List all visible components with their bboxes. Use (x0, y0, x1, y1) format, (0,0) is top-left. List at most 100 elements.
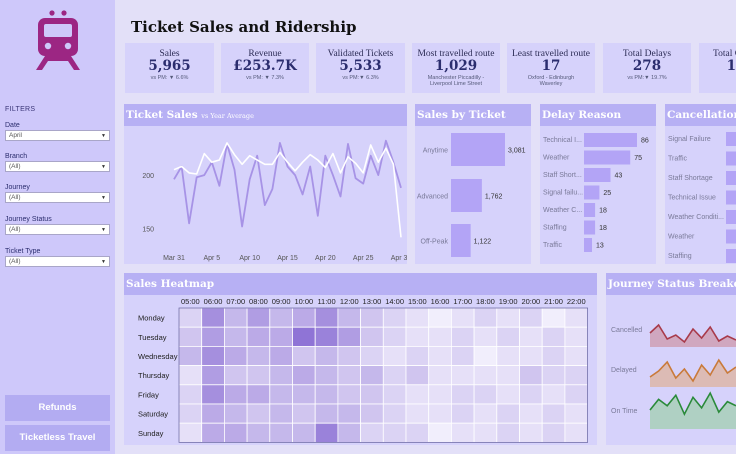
kpi-value: 17 (541, 58, 561, 74)
heatmap-cell (201, 422, 225, 443)
sales-heatmap-chart: 05:00 06:00 07:00 08:00 09:00 10:00 11:00 12:00… (138, 297, 589, 443)
kpi-route-to: Liverpool Lime Street (430, 81, 482, 87)
heatmap-cell (450, 365, 475, 386)
heatmap-cell (201, 403, 225, 424)
kpi-validated-tickets: Validated Tickets 5,533 vs PM:▼ 6.3% (316, 43, 405, 93)
hour-label: 09:00 (272, 297, 291, 306)
x-tick-label: Apr 30 (391, 255, 407, 262)
heatmap-cell (496, 384, 520, 405)
heatmap-cell (246, 346, 271, 367)
heatmap-cell (292, 307, 316, 328)
heatmap-cell (382, 365, 407, 386)
heatmap-cell (178, 346, 203, 367)
journey-filter-label: Journey (5, 184, 30, 191)
date-filter-label: Date (5, 122, 20, 129)
kpi-change: vs PM:▼ 19.7% (627, 75, 667, 81)
sales-by-ticket-chart: Anytime 3,081 Advanced 1,762 Off-Peak 1,122 (417, 133, 526, 257)
ticketless-travel-button[interactable]: Ticketless Travel (5, 425, 110, 451)
bar-value-label: 18 (599, 225, 607, 232)
category-label: Staffing (668, 253, 692, 260)
day-label: Saturday (138, 410, 168, 419)
bar-value-label: 3,081 (508, 148, 526, 155)
bar-value-label: 1,762 (485, 194, 503, 201)
heatmap-cell (405, 384, 430, 405)
heatmap-cell (269, 422, 293, 443)
hour-label: 08:00 (249, 297, 268, 306)
journey-status-filter-select[interactable]: (All) ▼ (5, 224, 110, 235)
y-tick-label: 150 (142, 227, 154, 234)
hour-label: 17:00 (453, 297, 472, 306)
heatmap-cell (519, 307, 543, 328)
heatmap-cell (541, 326, 566, 347)
heatmap-cell (337, 365, 361, 386)
heatmap-cell (246, 384, 271, 405)
hour-label: 12:00 (340, 297, 359, 306)
kpi-most-travelled-route: Most travelled route 1,029 Manchester Pi… (412, 43, 500, 93)
kpi-value: 1 (726, 58, 736, 74)
category-label: Staff Short... (543, 172, 582, 179)
heatmap-cell (405, 403, 430, 424)
cancellation-bar (726, 210, 736, 224)
category-label: Technical I... (543, 137, 582, 144)
heatmap-cell (564, 422, 588, 443)
heatmap-cell (292, 365, 316, 386)
kpi-revenue: Revenue £253.7K vs PM: ▼ 7.3% (221, 43, 309, 93)
heatmap-cell (201, 365, 225, 386)
day-label: Monday (138, 314, 165, 323)
heatmap-cell (405, 365, 430, 386)
journey-status-chart: Cancelled Delayed On Time (611, 323, 736, 429)
bar-value-label: 13 (596, 243, 604, 250)
heatmap-cell (428, 422, 452, 443)
delay-bar (584, 168, 611, 182)
cancellation-bar (726, 229, 736, 244)
ticket-bar (451, 224, 471, 257)
heatmap-cell (382, 422, 407, 443)
heatmap-cell (337, 346, 361, 367)
heatmap-cell (292, 384, 316, 405)
heatmap-cell (496, 403, 520, 424)
heatmap-cell (473, 403, 498, 424)
kpi-least-travelled-route: Least travelled route 17 Oxford - Edinbu… (507, 43, 595, 93)
hour-label: 14:00 (385, 297, 404, 306)
heatmap-cell (473, 307, 498, 328)
bar-value-label: 86 (641, 138, 649, 145)
hour-label: 20:00 (521, 297, 540, 306)
kpi-sales: Sales 5,965 vs PM: ▼ 6.6% (125, 43, 214, 93)
heatmap-cell (314, 384, 339, 405)
heatmap-cell (428, 365, 452, 386)
filters-title: FILTERS (5, 106, 36, 113)
heatmap-cell (405, 307, 430, 328)
refunds-button[interactable]: Refunds (5, 395, 110, 421)
heatmap-cell (360, 422, 384, 443)
heatmap-cell (269, 403, 293, 424)
heatmap-cell (337, 403, 361, 424)
branch-filter-select[interactable]: (All) ▼ (5, 161, 110, 172)
x-tick-label: Apr 15 (277, 255, 298, 262)
journey-filter-select[interactable]: (All) ▼ (5, 192, 110, 203)
heatmap-cell (314, 403, 339, 424)
ticket-bar (451, 179, 482, 212)
heatmap-cell (269, 326, 293, 347)
heatmap-cell (314, 326, 339, 347)
heatmap-cell (314, 307, 339, 328)
heatmap-cell (292, 346, 316, 367)
heatmap-cell (496, 326, 520, 347)
journey-status-panel: Journey Status Breakdow CancelledDelayed… (606, 273, 736, 445)
bar-value-label: 43 (615, 173, 623, 180)
dashboard-main: Ticket Sales and Ridership Sales 5,965 v… (115, 0, 736, 454)
ticket-type-filter-select[interactable]: (All) ▼ (5, 256, 110, 267)
date-filter-select[interactable]: April ▼ (5, 130, 110, 141)
heatmap-cell (541, 307, 566, 328)
heatmap-cell (201, 307, 225, 328)
chevron-down-icon: ▼ (101, 259, 106, 265)
day-label: Sunday (138, 429, 164, 438)
heatmap-cell (201, 384, 225, 405)
heatmap-cell (496, 307, 520, 328)
hour-label: 07:00 (226, 297, 245, 306)
category-label: Traffic (668, 156, 688, 163)
ticket-sales-panel: Ticket Sales vs Year Average 150 200 Mar 3… (124, 104, 407, 264)
kpi-change: vs PM: ▼ 7.3% (246, 75, 284, 81)
bar-value-label: 25 (603, 190, 611, 197)
kpi-change: vs PM:▼ 6.3% (342, 75, 379, 81)
status-label: On Time (611, 408, 638, 415)
